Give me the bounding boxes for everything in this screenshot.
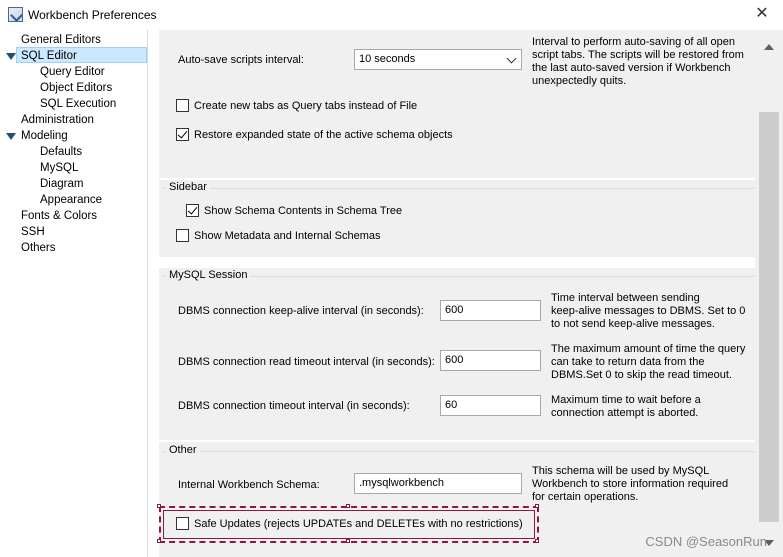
show-metadata-label: Show Metadata and Internal Schemas	[194, 230, 381, 242]
show-metadata-checkbox[interactable]	[176, 229, 189, 242]
safe-updates-label: Safe Updates (rejects UPDATEs and DELETE…	[194, 518, 523, 530]
read-timeout-label: DBMS connection read timeout interval (i…	[178, 356, 435, 368]
scrollbar-thumb[interactable]	[759, 112, 779, 522]
workbench-app-icon	[8, 7, 23, 22]
show-schema-checkbox[interactable]	[186, 204, 199, 217]
keepalive-label: DBMS connection keep-alive interval (in …	[178, 305, 424, 317]
new-tabs-checkbox[interactable]	[176, 99, 189, 112]
autosave-help-text: Interval to perform auto-saving of all o…	[532, 36, 744, 87]
tree-item-object-editors[interactable]: Object Editors	[40, 80, 112, 96]
group-divider	[163, 188, 755, 189]
tree-item-general-editors[interactable]: General Editors	[21, 32, 101, 48]
scroll-up-arrow-icon[interactable]	[764, 44, 774, 50]
internal-schema-label: Internal Workbench Schema:	[178, 479, 320, 491]
tree-item-defaults[interactable]: Defaults	[40, 144, 82, 160]
group-divider	[163, 451, 755, 452]
conn-timeout-label: DBMS connection timeout interval (in sec…	[178, 400, 410, 412]
tree-item-others[interactable]: Others	[21, 240, 56, 256]
selection-handle	[346, 539, 350, 543]
tree-item-mysql[interactable]: MySQL	[40, 160, 78, 176]
internal-schema-input[interactable]: .mysqlworkbench	[354, 473, 522, 494]
chevron-down-icon	[506, 53, 517, 64]
tree-item-administration[interactable]: Administration	[21, 112, 94, 128]
tree-item-appearance[interactable]: Appearance	[40, 192, 102, 208]
autosave-label: Auto-save scripts interval:	[178, 54, 304, 66]
preferences-content: Auto-save scripts interval: 10 seconds I…	[149, 30, 783, 557]
expand-arrow-icon[interactable]	[5, 128, 16, 144]
other-group-title: Other	[166, 444, 200, 456]
expand-arrow-icon[interactable]	[5, 48, 16, 64]
sidebar-group-title: Sidebar	[166, 181, 210, 193]
selection-handle	[157, 539, 161, 543]
safe-updates-checkbox[interactable]	[176, 517, 189, 530]
keepalive-input[interactable]: 600	[440, 300, 541, 321]
window-title: Workbench Preferences	[28, 8, 157, 22]
watermark-text: CSDN @SeasonRun	[645, 534, 767, 549]
vertical-scrollbar[interactable]	[755, 30, 783, 557]
selection-handle	[346, 504, 350, 508]
title-bar: Workbench Preferences ✕	[0, 0, 783, 30]
close-button[interactable]: ✕	[751, 4, 773, 26]
mysql-session-title: MySQL Session	[166, 269, 251, 281]
selection-handle	[157, 504, 161, 508]
tree-item-sql-editor[interactable]: SQL Editor	[16, 47, 147, 63]
preferences-tree: General Editors SQL Editor Query Editor …	[0, 30, 148, 557]
tree-item-fonts-colors[interactable]: Fonts & Colors	[21, 208, 97, 224]
tree-item-sql-execution[interactable]: SQL Execution	[40, 96, 116, 112]
group-divider	[163, 276, 755, 277]
selection-handle	[535, 539, 539, 543]
conn-timeout-help-text: Maximum time to wait before a connection…	[551, 394, 701, 419]
read-timeout-help-text: The maximum amount of time the query can…	[551, 343, 746, 381]
autosave-value: 10 seconds	[359, 53, 416, 65]
tree-item-modeling[interactable]: Modeling	[21, 128, 68, 144]
read-timeout-input[interactable]: 600	[440, 350, 541, 371]
show-schema-label: Show Schema Contents in Schema Tree	[204, 205, 403, 217]
sidebar-section-panel	[159, 180, 755, 257]
internal-schema-help-text: This schema will be used by MySQL Workbe…	[532, 465, 729, 503]
tree-item-diagram[interactable]: Diagram	[40, 176, 83, 192]
new-tabs-label: Create new tabs as Query tabs instead of…	[194, 100, 418, 112]
keepalive-help-text: Time interval between sending keep-alive…	[551, 292, 746, 330]
tree-item-ssh[interactable]: SSH	[21, 224, 45, 240]
tree-item-query-editor[interactable]: Query Editor	[40, 64, 105, 80]
selection-handle	[535, 504, 539, 508]
restore-state-checkbox[interactable]	[176, 128, 189, 141]
autosave-interval-select[interactable]: 10 seconds	[354, 49, 522, 70]
restore-state-label: Restore expanded state of the active sch…	[194, 129, 453, 141]
conn-timeout-input[interactable]: 60	[440, 395, 541, 416]
